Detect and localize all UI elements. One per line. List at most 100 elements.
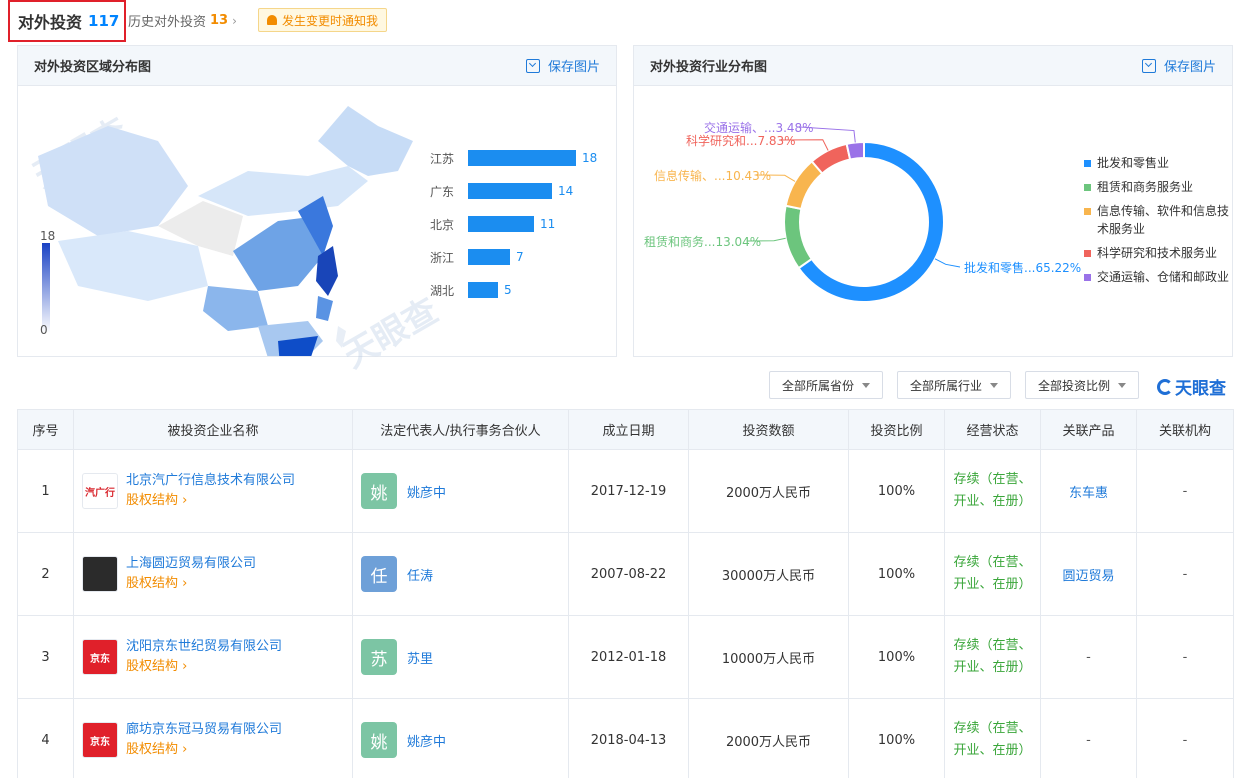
related-product[interactable]: 圆迈贸易: [1062, 569, 1114, 584]
panel-header: 对外投资区域分布图 保存图片: [18, 46, 616, 86]
equity-structure-link[interactable]: 股权结构 ›: [126, 740, 282, 760]
legend-item[interactable]: 科学研究和技术服务业: [1084, 244, 1229, 262]
equity-label: 股权结构: [126, 659, 179, 674]
tab-label: 对外投资: [18, 13, 83, 32]
avatar[interactable]: 苏: [361, 639, 397, 675]
person-name-link[interactable]: 苏里: [407, 648, 433, 667]
panel-header: 对外投资行业分布图 保存图片: [634, 46, 1232, 86]
filter-label: 全部投资比例: [1038, 378, 1111, 393]
donut-slice[interactable]: [810, 142, 852, 175]
avatar[interactable]: 任: [361, 556, 397, 592]
donut-slice-label: 信息传输、...10.43%: [654, 169, 772, 183]
equity-structure-link[interactable]: 股权结构 ›: [126, 574, 256, 594]
bar[interactable]: [468, 249, 510, 265]
bar[interactable]: [468, 150, 576, 166]
table-header-row: 序号 被投资企业名称 法定代表人/执行事务合伙人 成立日期 投资数额 投资比例 …: [17, 409, 1234, 450]
company-name-link[interactable]: 上海圆迈贸易有限公司: [126, 554, 256, 574]
related-org: -: [1182, 649, 1188, 665]
tab-count: 13: [210, 13, 229, 28]
caret-down-icon: [990, 382, 999, 388]
bar-row: 湖北 5: [430, 281, 512, 299]
scale-min: 0: [40, 323, 48, 337]
legend-item[interactable]: 信息传输、软件和信息技术服务业: [1084, 202, 1229, 238]
notify-button[interactable]: 发生变更时通知我: [258, 8, 388, 32]
row-index: 3: [17, 615, 74, 699]
caret-down-icon: [1118, 382, 1127, 388]
person-name-link[interactable]: 姚彦中: [407, 731, 446, 750]
product-cell: 东车惠: [1040, 449, 1137, 533]
chevron-right-icon: ›: [182, 742, 188, 757]
related-product[interactable]: 东车惠: [1069, 486, 1108, 501]
tab-outbound-investment[interactable]: 对外投资 117: [8, 0, 126, 42]
col-header: 关联产品: [1040, 409, 1137, 450]
bar[interactable]: [468, 216, 534, 232]
row-index: 4: [17, 698, 74, 778]
map-region-xinjiang: [38, 126, 188, 236]
investment-amount: 2000万人民币: [688, 449, 849, 533]
brand-logo: 天眼查: [1157, 374, 1226, 399]
tab-history-investment[interactable]: 历史对外投资 13 ›: [128, 11, 237, 30]
org-cell: -: [1136, 532, 1234, 616]
col-header: 序号: [17, 409, 74, 450]
save-image-button[interactable]: 保存图片: [1141, 56, 1216, 75]
save-image-button[interactable]: 保存图片: [525, 56, 600, 75]
donut-slice-label: 科学研究和...7.83%: [686, 134, 796, 148]
related-org: -: [1182, 483, 1188, 499]
bar-row: 北京 11: [430, 215, 555, 233]
related-org: -: [1182, 566, 1188, 582]
province-filter[interactable]: 全部所属省份: [769, 371, 884, 399]
logo-text: 汽广行: [85, 487, 115, 499]
save-label: 保存图片: [1163, 60, 1216, 75]
table-row: 1 汽广行 北京汽广行信息技术有限公司 股权结构 › 姚 姚彦中 2017-12…: [17, 449, 1234, 533]
avatar[interactable]: 姚: [361, 473, 397, 509]
col-header: 经营状态: [944, 409, 1041, 450]
legend-label: 批发和零售业: [1097, 156, 1170, 170]
bar-category-label: 北京: [430, 217, 455, 232]
bar[interactable]: [468, 183, 552, 199]
donut-slice[interactable]: [845, 140, 865, 161]
company-name-link[interactable]: 廊坊京东冠马贸易有限公司: [126, 720, 282, 740]
founded-date: 2007-08-22: [568, 532, 689, 616]
equity-structure-link[interactable]: 股权结构 ›: [126, 657, 282, 677]
avatar-char: 任: [370, 566, 388, 587]
company-name-link[interactable]: 沈阳京东世纪贸易有限公司: [126, 637, 282, 657]
download-icon: [525, 58, 540, 73]
equity-structure-link[interactable]: 股权结构 ›: [126, 491, 295, 511]
bar-value-label: 18: [582, 151, 598, 165]
donut-slice[interactable]: [783, 204, 814, 270]
legend-label: 租赁和商务服务业: [1097, 180, 1194, 194]
status-cell: 存续（在营、开业、在册）: [944, 449, 1041, 533]
tab-count: 117: [88, 12, 120, 30]
industry-filter[interactable]: 全部所属行业: [897, 371, 1012, 399]
leader-line: [934, 258, 961, 268]
founded-date: 2018-04-13: [568, 698, 689, 778]
investment-ratio: 100%: [848, 532, 945, 616]
chevron-right-icon: ›: [182, 493, 188, 508]
brand-name: 天眼查: [1175, 379, 1226, 399]
ratio-filter[interactable]: 全部投资比例: [1025, 371, 1140, 399]
logo-text: 京东: [90, 736, 110, 748]
caret-down-icon: [862, 382, 871, 388]
col-header: 关联机构: [1136, 409, 1234, 450]
legend-item[interactable]: 交通运输、仓储和邮政业: [1084, 268, 1229, 286]
legend-item[interactable]: 租赁和商务服务业: [1084, 178, 1229, 196]
company-logo: 京东: [82, 722, 118, 758]
equity-label: 股权结构: [126, 493, 179, 508]
scale-max: 18: [40, 229, 56, 243]
bar[interactable]: [468, 282, 498, 298]
filter-label: 全部所属行业: [910, 378, 983, 393]
company-cell: 汽广行 北京汽广行信息技术有限公司 股权结构 ›: [73, 449, 353, 533]
business-status: 存续（在营、开业、在册）: [953, 638, 1032, 675]
founded-date: 2012-01-18: [568, 615, 689, 699]
person-cell: 苏 苏里: [352, 615, 569, 699]
bell-icon: [267, 15, 277, 25]
person-name-link[interactable]: 姚彦中: [407, 482, 446, 501]
person-name-link[interactable]: 任涛: [407, 565, 433, 584]
bar-category-label: 浙江: [430, 250, 455, 265]
legend-item[interactable]: 批发和零售业: [1084, 154, 1229, 172]
company-name-link[interactable]: 北京汽广行信息技术有限公司: [126, 471, 295, 491]
avatar-char: 姚: [370, 732, 388, 753]
col-header: 投资数额: [688, 409, 849, 450]
bar-category-label: 广东: [430, 184, 455, 199]
avatar[interactable]: 姚: [361, 722, 397, 758]
